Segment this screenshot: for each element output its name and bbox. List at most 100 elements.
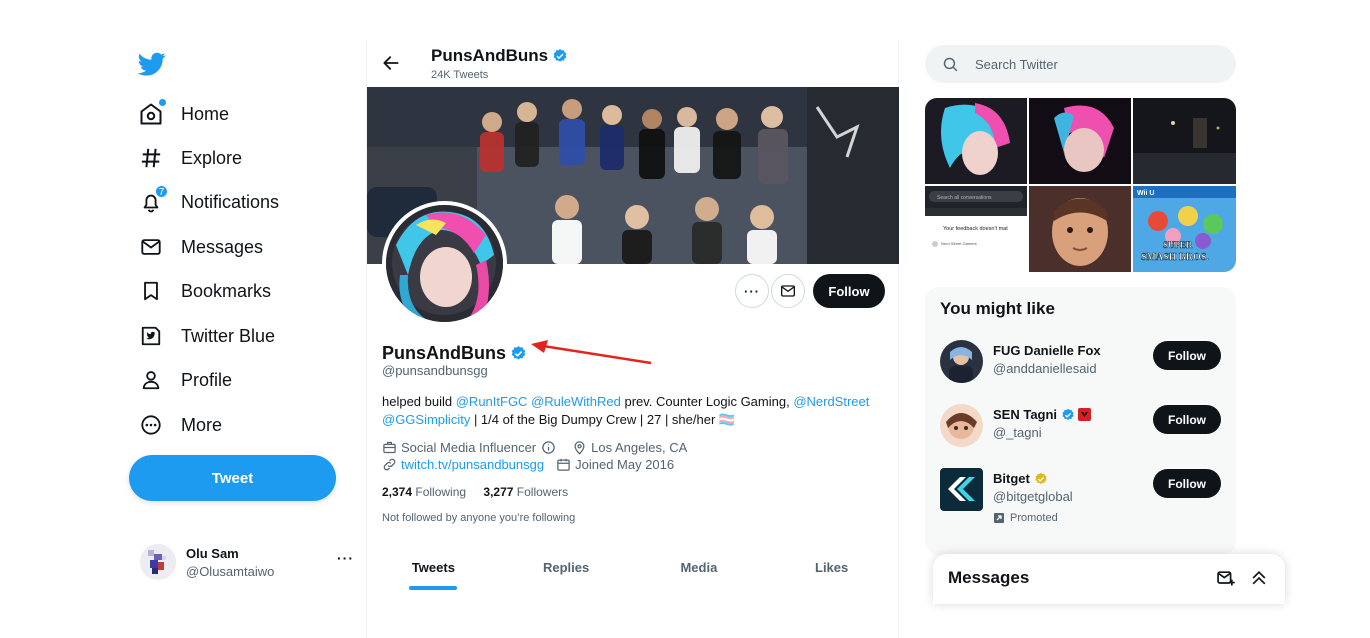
location-item: Los Angeles, CA (572, 440, 687, 455)
follow-counts: 2,374 Following 3,277 Followers (382, 485, 568, 499)
suggestion-name-text: SEN Tagni (993, 407, 1058, 422)
follow-button[interactable]: Follow (1153, 469, 1221, 498)
avatar (940, 340, 983, 383)
nav-messages-label: Messages (181, 236, 264, 257)
thumb-brand-text: Wii U (1137, 190, 1154, 197)
twitter-blue-icon (138, 323, 164, 349)
nav-profile-label: Profile (181, 369, 233, 390)
expand-chevron-icon[interactable] (1249, 568, 1269, 588)
nav-explore-label: Explore (181, 147, 243, 168)
nav-messages[interactable]: Messages (138, 231, 263, 263)
media-thumb[interactable]: Search all conversations Your feedback d… (925, 186, 1027, 272)
profile-handle: @punsandbunsgg (382, 363, 488, 378)
tweet-count: 24K Tweets (431, 69, 489, 81)
suggestion-name-text: Bitget (993, 471, 1030, 486)
thumb-sub-text: Nerd Street Gamers (941, 241, 977, 246)
back-arrow-icon[interactable] (381, 53, 401, 73)
notification-badge: 7 (155, 185, 168, 198)
bio-text: helped build (382, 394, 456, 409)
suggestion-item[interactable]: FUG Danielle Fox @anddaniellesaid Follow (940, 340, 1221, 390)
nav-profile[interactable]: Profile (138, 364, 232, 396)
new-message-icon[interactable] (1216, 568, 1236, 588)
nav-bookmarks[interactable]: Bookmarks (138, 275, 271, 307)
location-pin-icon (574, 441, 585, 455)
bell-icon: 7 (138, 185, 168, 215)
media-thumb[interactable] (1029, 98, 1131, 184)
promoted-label: Promoted (993, 512, 1058, 524)
account-name: Olu Sam (186, 545, 239, 561)
bio-mention-link[interactable]: @GGSimplicity (382, 412, 470, 427)
media-thumb[interactable] (1029, 186, 1131, 272)
tab-likes[interactable]: Likes (765, 552, 898, 592)
search-box[interactable] (925, 45, 1236, 83)
more-dots-icon: ··· (744, 283, 760, 299)
messages-drawer[interactable]: Messages (933, 554, 1285, 604)
twitter-logo-icon[interactable] (138, 50, 166, 78)
who-to-follow-title: You might like (940, 299, 1055, 318)
category-text: Social Media Influencer (401, 440, 537, 455)
nav-more[interactable]: More (138, 409, 222, 441)
more-options-button[interactable]: ··· (735, 274, 769, 308)
account-more-icon[interactable]: ··· (337, 550, 354, 566)
calendar-icon (557, 458, 570, 471)
avatar (940, 404, 983, 447)
bio-mention-link[interactable]: @RuleWithRed (531, 394, 621, 409)
following-label: Following (415, 485, 467, 499)
suggestion-name: FUG Danielle Fox (993, 343, 1101, 358)
tweet-button[interactable]: Tweet (129, 455, 336, 501)
following-link[interactable]: 2,374 Following (382, 485, 466, 499)
follow-button[interactable]: Follow (1153, 405, 1221, 434)
briefcase-icon (383, 441, 396, 454)
suggestion-item[interactable]: Bitget @bitgetglobal Promoted Follow (940, 468, 1221, 524)
bio-mention-link[interactable]: @NerdStreet (793, 394, 869, 409)
message-button[interactable] (771, 274, 805, 308)
nav-twitter-blue[interactable]: Twitter Blue (138, 320, 275, 352)
media-thumb[interactable] (925, 98, 1027, 184)
tab-tweets[interactable]: Tweets (367, 552, 500, 592)
person-icon (138, 367, 164, 393)
following-count: 2,374 (382, 485, 413, 499)
account-switcher[interactable]: Olu Sam @Olusamtaiwo ··· (140, 540, 353, 584)
tab-media[interactable]: Media (633, 552, 766, 592)
suggestion-handle: @anddaniellesaid (993, 361, 1097, 376)
nav-home[interactable]: Home (138, 98, 229, 130)
messages-drawer-title: Messages (948, 568, 1030, 587)
annotation-arrow-icon (531, 340, 652, 365)
thumb-feedback-text: Your feedback doesn't mat (943, 226, 1008, 232)
avatar (140, 544, 176, 580)
home-icon (138, 99, 166, 127)
media-thumb[interactable] (1133, 98, 1236, 184)
follow-button[interactable]: Follow (813, 274, 885, 308)
website-link[interactable]: twitch.tv/punsandbunsgg (401, 457, 544, 472)
profile-meta-row-2: twitch.tv/punsandbunsgg Joined May 2016 (382, 457, 686, 472)
affiliate-badge-icon (1078, 408, 1092, 421)
account-handle: @Olusamtaiwo (186, 563, 275, 579)
followers-count: 3,277 (483, 485, 514, 499)
location-text: Los Angeles, CA (591, 440, 688, 455)
gold-verified-badge-icon (1035, 472, 1047, 484)
media-thumb[interactable]: Wii U SUPER SMASH BROS. (1133, 186, 1236, 272)
thumb-title-2: SMASH BROS. (1141, 252, 1209, 263)
info-icon[interactable] (541, 440, 556, 455)
nav-bookmarks-label: Bookmarks (181, 280, 272, 301)
search-input[interactable] (975, 56, 1215, 72)
suggestion-item[interactable]: SEN Tagni @_tagni Follow (940, 404, 1221, 454)
followers-label: Followers (516, 485, 569, 499)
nav-notifications-label: Notifications (181, 191, 280, 212)
nav-twitter-blue-label: Twitter Blue (181, 325, 276, 346)
bookmark-icon (138, 278, 164, 304)
followers-link[interactable]: 3,277 Followers (483, 485, 568, 499)
nav-more-label: More (181, 414, 223, 435)
not-followed-notice: Not followed by anyone you’re following (382, 512, 576, 524)
suggestion-handle: @_tagni (993, 425, 1042, 440)
follow-button[interactable]: Follow (1153, 341, 1221, 370)
bio-mention-link[interactable]: @RunItFGC (456, 394, 528, 409)
nav-explore[interactable]: Explore (138, 142, 242, 174)
nav-home-label: Home (181, 103, 230, 124)
bio-text: prev. Counter Logic Gaming, (620, 394, 794, 409)
header-profile-name: PunsAndBuns (431, 46, 568, 66)
tab-replies[interactable]: Replies (500, 552, 633, 592)
nav-notifications[interactable]: 7 Notifications (138, 185, 280, 218)
profile-tabs: Tweets Replies Media Likes (367, 552, 898, 592)
profile-avatar[interactable] (382, 201, 507, 326)
